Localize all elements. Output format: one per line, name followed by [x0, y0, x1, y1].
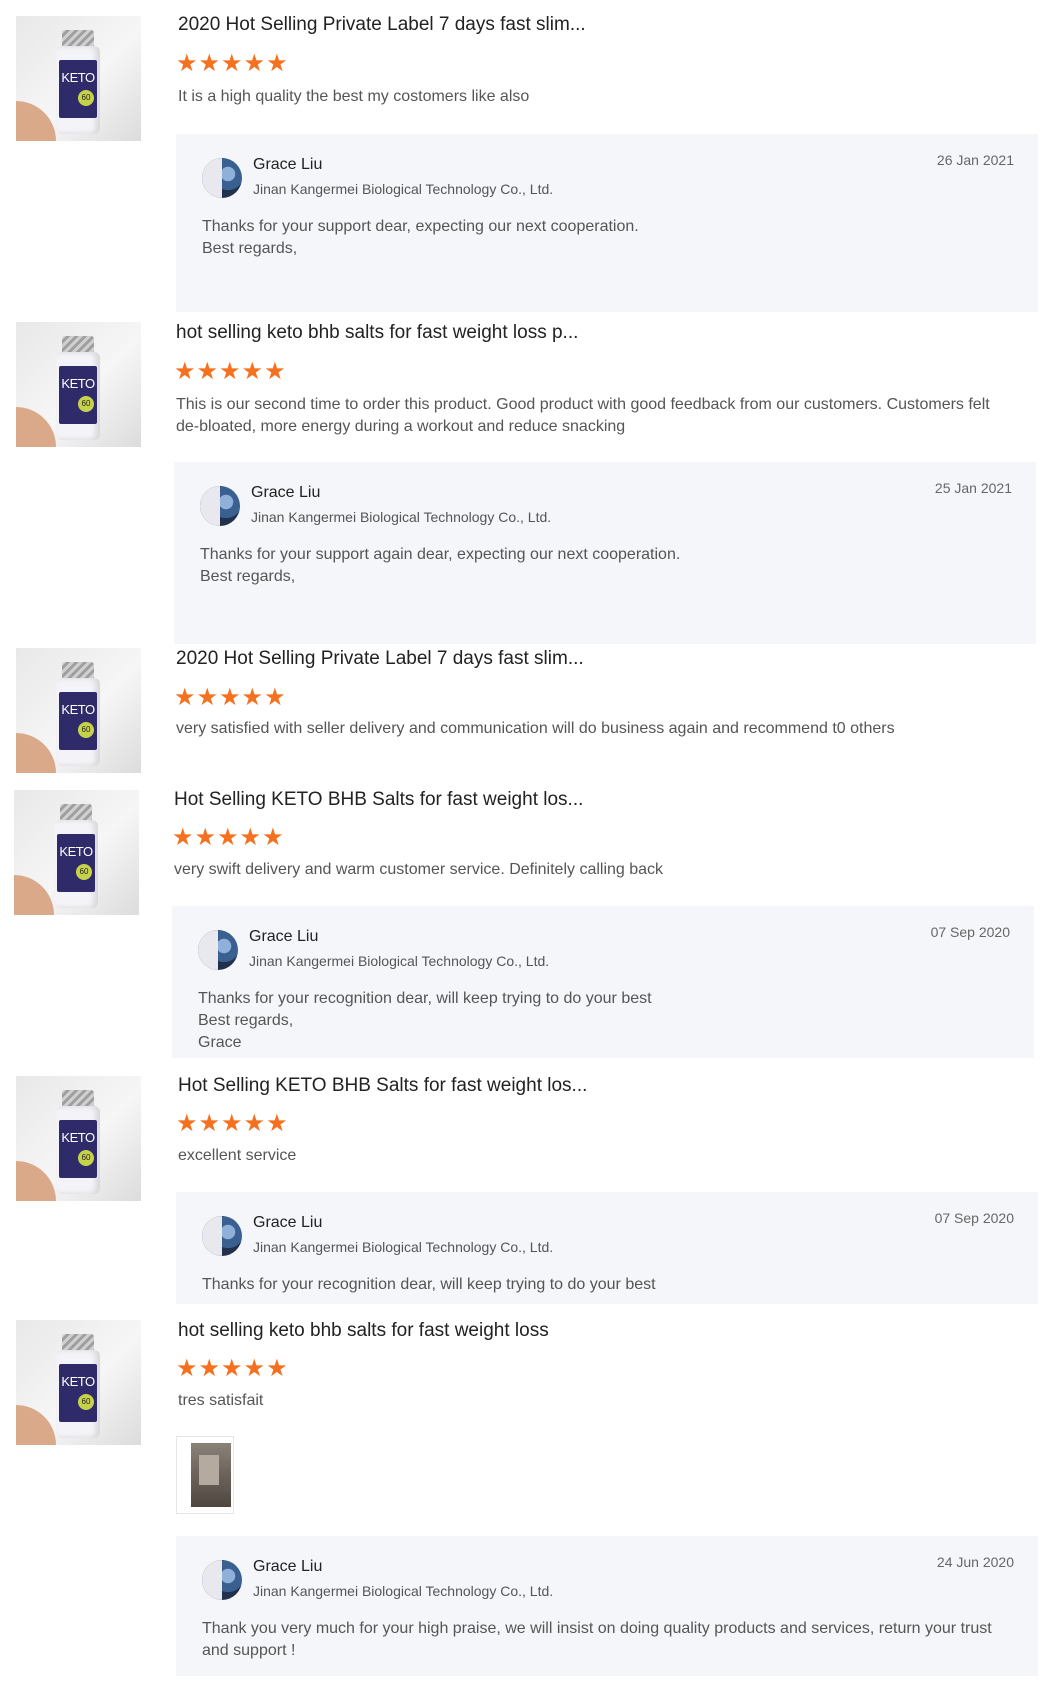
product-thumbnail[interactable]: KETO 60	[14, 790, 139, 915]
reply-date: 25 Jan 2021	[934, 480, 1012, 496]
reply-date: 07 Sep 2020	[934, 1210, 1014, 1226]
avatar	[198, 930, 238, 970]
review-photo[interactable]	[176, 1436, 234, 1514]
seller-reply: Grace Liu Jinan Kangermei Biological Tec…	[176, 1536, 1038, 1676]
bottle-image: KETO 60	[56, 1090, 100, 1194]
reply-company: Jinan Kangermei Biological Technology Co…	[251, 509, 552, 525]
star-rating: ★★★★★	[176, 1355, 289, 1382]
reply-company: Jinan Kangermei Biological Technology Co…	[253, 1239, 554, 1255]
product-thumbnail[interactable]: KETO 60	[16, 648, 141, 773]
reply-author-name: Grace Liu	[253, 156, 323, 173]
star-rating: ★★★★★	[172, 824, 285, 851]
avatar	[202, 1560, 242, 1600]
reply-text: Thanks for your recognition dear, will k…	[202, 1276, 656, 1293]
reply-text: Thank you very much for your high praise…	[202, 1620, 992, 1659]
reply-author-name: Grace Liu	[253, 1214, 323, 1231]
review-product-title[interactable]: Hot Selling KETO BHB Salts for fast weig…	[178, 1075, 587, 1097]
avatar	[202, 1216, 242, 1256]
review-comment: very satisfied with seller delivery and …	[176, 720, 895, 737]
star-rating: ★★★★★	[174, 358, 287, 385]
product-thumbnail[interactable]: KETO 60	[16, 322, 141, 447]
reply-author-name: Grace Liu	[251, 484, 321, 501]
star-rating: ★★★★★	[176, 1110, 289, 1137]
seller-reply: Grace Liu Jinan Kangermei Biological Tec…	[172, 906, 1034, 1058]
avatar	[202, 158, 242, 198]
reply-date: 07 Sep 2020	[930, 924, 1010, 940]
reply-company: Jinan Kangermei Biological Technology Co…	[249, 953, 550, 969]
reply-author-name: Grace Liu	[249, 928, 319, 945]
review-product-title[interactable]: hot selling keto bhb salts for fast weig…	[176, 322, 578, 344]
review-product-title[interactable]: Hot Selling KETO BHB Salts for fast weig…	[174, 789, 583, 811]
seller-reply: Grace Liu Jinan Kangermei Biological Tec…	[176, 1192, 1038, 1304]
reply-date: 26 Jan 2021	[936, 152, 1014, 168]
review-product-title[interactable]: 2020 Hot Selling Private Label 7 days fa…	[176, 648, 584, 670]
avatar	[200, 486, 240, 526]
review-comment: This is our second time to order this pr…	[176, 396, 990, 435]
review-product-title[interactable]: hot selling keto bhb salts for fast weig…	[178, 1320, 549, 1342]
review-product-title[interactable]: 2020 Hot Selling Private Label 7 days fa…	[178, 14, 586, 36]
seller-reply: Grace Liu Jinan Kangermei Biological Tec…	[176, 134, 1038, 312]
bottle-image: KETO 60	[56, 336, 100, 440]
product-thumbnail[interactable]: KETO 60	[16, 1320, 141, 1445]
review-comment: tres satisfait	[178, 1392, 264, 1409]
product-thumbnail[interactable]: KETO 60	[16, 1076, 141, 1201]
bottle-image: KETO 60	[56, 662, 100, 766]
review-comment: excellent service	[178, 1147, 297, 1164]
bottle-image: KETO 60	[56, 30, 100, 134]
reply-text: Thanks for your recognition dear, will k…	[198, 990, 652, 1051]
seller-reply: Grace Liu Jinan Kangermei Biological Tec…	[174, 462, 1036, 644]
product-thumbnail[interactable]: KETO 60	[16, 16, 141, 141]
reply-text: Thanks for your support again dear, expe…	[200, 546, 681, 585]
reply-date: 24 Jun 2020	[936, 1554, 1014, 1570]
bottle-image: KETO 60	[54, 804, 98, 908]
reply-text: Thanks for your support dear, expecting …	[202, 218, 639, 257]
reply-company: Jinan Kangermei Biological Technology Co…	[253, 181, 554, 197]
reply-company: Jinan Kangermei Biological Technology Co…	[253, 1583, 554, 1599]
review-comment: It is a high quality the best my costome…	[178, 88, 530, 105]
reply-author-name: Grace Liu	[253, 1558, 323, 1575]
bottle-image: KETO 60	[56, 1334, 100, 1438]
review-comment: very swift delivery and warm customer se…	[174, 861, 664, 878]
star-rating: ★★★★★	[174, 684, 287, 711]
star-rating: ★★★★★	[176, 50, 289, 77]
